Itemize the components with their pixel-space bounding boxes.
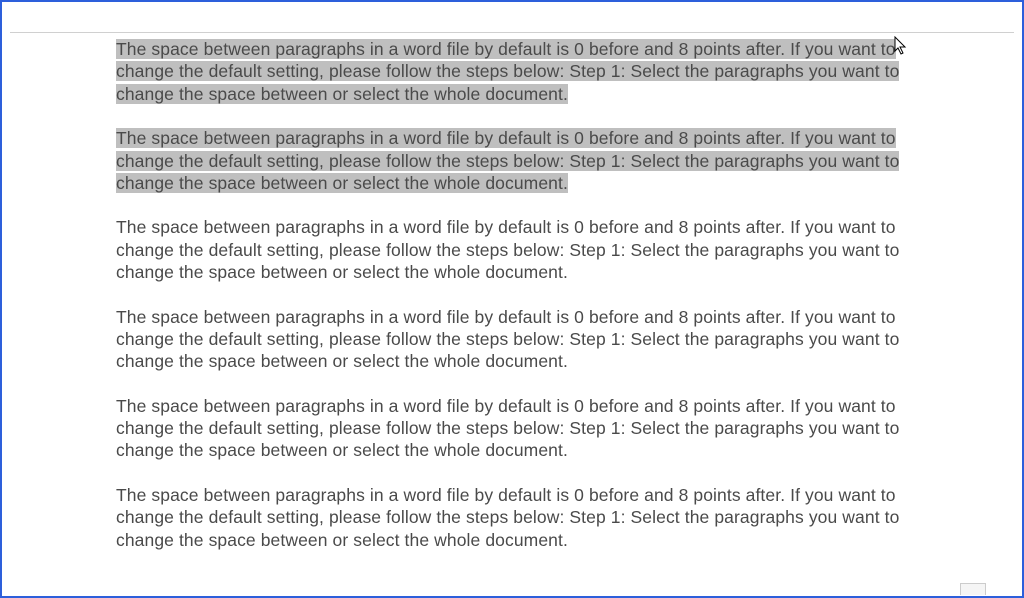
paragraph-text: The space between paragraphs in a word f… [116,396,899,461]
paragraph-text: The space between paragraphs in a word f… [116,39,899,104]
paragraph-text: The space between paragraphs in a word f… [116,128,899,193]
paragraph-text: The space between paragraphs in a word f… [116,485,899,550]
paragraph-4[interactable]: The space between paragraphs in a word f… [116,306,908,373]
document-content[interactable]: The space between paragraphs in a word f… [2,2,1022,551]
status-button[interactable] [960,583,986,595]
document-page[interactable]: The space between paragraphs in a word f… [0,0,1024,598]
page-margin-line [10,32,1014,33]
paragraph-5[interactable]: The space between paragraphs in a word f… [116,395,908,462]
paragraph-text: The space between paragraphs in a word f… [116,307,899,372]
cursor-icon [894,36,908,56]
paragraph-text: The space between paragraphs in a word f… [116,217,899,282]
paragraph-6[interactable]: The space between paragraphs in a word f… [116,484,908,551]
paragraph-3[interactable]: The space between paragraphs in a word f… [116,216,908,283]
paragraph-1[interactable]: The space between paragraphs in a word f… [116,38,908,105]
paragraph-2[interactable]: The space between paragraphs in a word f… [116,127,908,194]
